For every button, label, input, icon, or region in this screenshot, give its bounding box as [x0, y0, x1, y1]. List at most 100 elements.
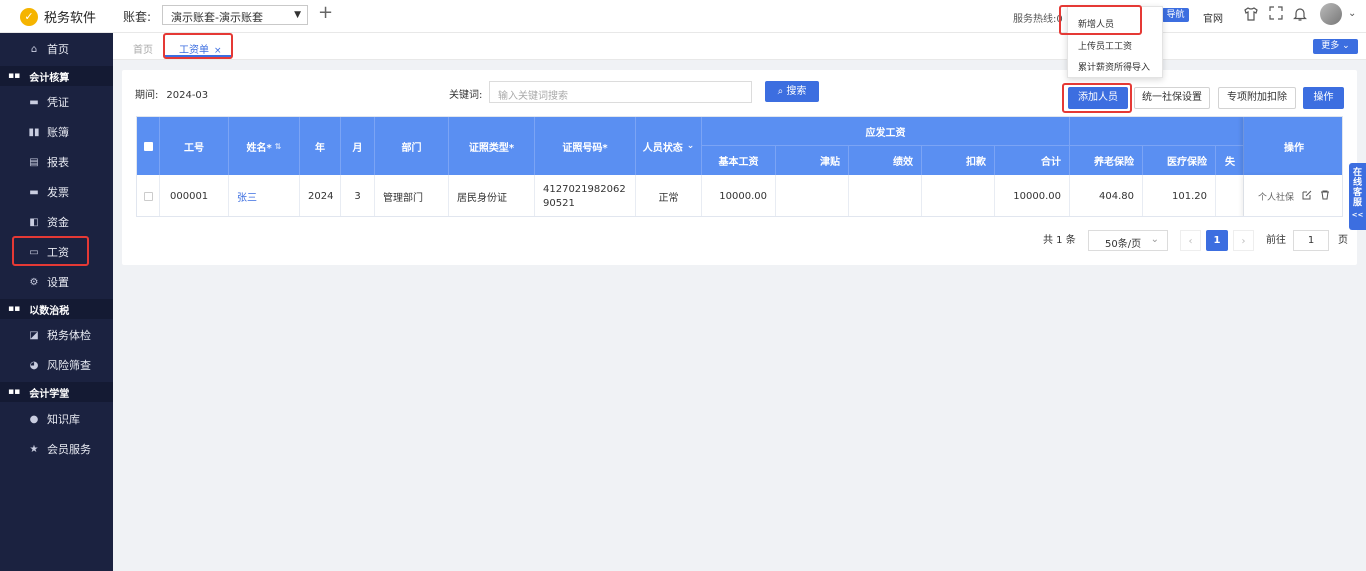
cell-cert-no: 412702198206290521 — [535, 175, 636, 216]
dropdown-item-import-cumulative[interactable]: 累计薪资所得导入 — [1078, 60, 1150, 73]
chevron-down-icon: ⌄ — [1150, 234, 1159, 245]
sidebar-item-settings[interactable]: ⚙ 设置 — [0, 267, 113, 297]
row-checkbox[interactable] — [137, 175, 160, 216]
sidebar-group-academy[interactable]: ▪▪ 会计学堂 — [0, 382, 113, 402]
col-status[interactable]: 人员状态 ⌄ — [636, 117, 702, 175]
sidebar-item-funds[interactable]: ◧ 资金 — [0, 207, 113, 237]
salary-icon: ▭ — [29, 246, 39, 258]
salary-table: 工号 姓名* ⇅ 年 月 部门 证照类型* 证照号码* 人员状态 ⌄ 应发工资 基本… — [136, 116, 1343, 217]
sidebar-item-salary[interactable]: ▭ 工资 — [0, 237, 113, 267]
filter-icon[interactable]: ⌄ — [687, 141, 695, 151]
dropdown-item-upload-salary[interactable]: 上传员工工资 — [1078, 39, 1132, 52]
edit-icon[interactable] — [1302, 190, 1312, 203]
sidebar-item-label: 工资 — [47, 246, 69, 259]
col-name[interactable]: 姓名* ⇅ — [229, 117, 300, 175]
period-label: 期间: — [135, 90, 159, 101]
add-person-button[interactable]: 添加人员 — [1068, 87, 1128, 109]
current-page[interactable]: 1 — [1206, 230, 1228, 251]
tab-salary-sheet[interactable]: 工资单 × — [165, 37, 231, 57]
sidebar-item-home[interactable]: ⌂ 首页 — [0, 34, 113, 64]
sidebar-item-membership[interactable]: ★ 会员服务 — [0, 434, 113, 464]
cell-allowance[interactable] — [776, 175, 849, 216]
app-logo[interactable]: ✓ 税务软件 — [20, 7, 96, 26]
sidebar-item-voucher[interactable]: ▬ 凭证 — [0, 87, 113, 117]
close-icon[interactable]: × — [214, 46, 222, 56]
grid-icon: ▪▪ — [8, 304, 21, 314]
collapse-arrows-icon: << — [1351, 211, 1364, 219]
personal-social-link[interactable]: 个人社保 — [1258, 190, 1294, 203]
sidebar-item-report[interactable]: ▤ 报表 — [0, 147, 113, 177]
risk-icon: ◕ — [29, 359, 39, 371]
dropdown-item-new-person[interactable]: 新增人员 — [1078, 17, 1114, 30]
cell-id: 000001 — [160, 175, 229, 216]
add-person-dropdown: 新增人员 上传员工工资 累计薪资所得导入 — [1067, 6, 1163, 78]
operate-button[interactable]: 操作 — [1303, 87, 1344, 109]
cell-deduction[interactable] — [922, 175, 995, 216]
cell-total: 10000.00 — [995, 175, 1070, 216]
grid-icon: ▪▪ — [8, 71, 21, 81]
keyword-input[interactable]: 输入关键词搜索 — [489, 81, 752, 103]
col-allowance: 津贴 — [776, 145, 849, 175]
home-icon: ⌂ — [30, 43, 38, 55]
chevron-down-icon[interactable]: ⌄ — [1348, 8, 1356, 19]
sort-icon[interactable]: ⇅ — [275, 142, 282, 151]
social-security-setting-button[interactable]: 统一社保设置 — [1134, 87, 1210, 109]
special-deduction-button[interactable]: 专项附加扣除 — [1218, 87, 1296, 109]
add-account-button[interactable]: + — [318, 3, 333, 23]
table-row[interactable]: 000001 张三 2024 3 管理部门 居民身份证 412702198206… — [137, 175, 1342, 216]
fullscreen-icon[interactable] — [1268, 6, 1284, 22]
sidebar-group-label: 会计核算 — [29, 72, 70, 84]
goto-page-input[interactable]: 1 — [1293, 230, 1329, 251]
shirt-icon[interactable] — [1243, 6, 1259, 22]
cell-name[interactable]: 张三 — [229, 175, 300, 216]
location-pin-icon: ● — [29, 413, 39, 425]
sidebar-item-label: 发票 — [47, 186, 69, 199]
tab-home[interactable]: 首页 — [133, 41, 153, 56]
funds-icon: ◧ — [29, 216, 39, 228]
cell-dept: 管理部门 — [375, 175, 449, 216]
cell-base[interactable]: 10000.00 — [702, 175, 776, 216]
cell-performance[interactable] — [849, 175, 922, 216]
sidebar-group-accounting[interactable]: ▪▪ 会计核算 — [0, 66, 113, 86]
prev-page-button[interactable]: ‹ — [1180, 230, 1201, 251]
next-page-button[interactable]: › — [1233, 230, 1254, 251]
sidebar-item-ledger[interactable]: ▮▮ 账簿 — [0, 117, 113, 147]
sidebar-item-label: 税务体检 — [47, 329, 91, 342]
period-display: 期间: 2024-03 — [135, 86, 208, 101]
more-button[interactable]: 更多 ⌄ — [1313, 39, 1358, 54]
search-button[interactable]: ⌕ 搜索 — [765, 81, 819, 102]
sidebar-item-tax-check[interactable]: ◪ 税务体检 — [0, 320, 113, 350]
col-month: 月 — [341, 117, 375, 175]
sidebar-item-label: 首页 — [47, 43, 69, 56]
search-icon: ⌕ — [777, 86, 784, 97]
official-site-link[interactable]: 官网 — [1203, 10, 1223, 25]
report-icon: ▤ — [29, 156, 39, 168]
hotline-label: 服务热线:0 — [1013, 14, 1063, 25]
col-id: 工号 — [160, 117, 229, 175]
salary-card: 期间: 2024-03 关键词: 输入关键词搜索 ⌕ 搜索 添加人员 统一社保设置… — [122, 70, 1357, 265]
sidebar-item-label: 知识库 — [47, 413, 80, 426]
col-group-salary: 应发工资 — [702, 117, 1070, 145]
tab-label: 工资单 — [179, 45, 209, 56]
sidebar-item-invoice[interactable]: ▬ 发票 — [0, 177, 113, 207]
online-service-tab[interactable]: 在线客服 << — [1349, 163, 1366, 230]
account-select[interactable]: 演示账套-演示账套 ▼ — [162, 5, 308, 25]
keyword-label: 关键词: — [449, 90, 483, 101]
total-count: 共 1 条 — [1043, 235, 1076, 246]
avatar[interactable] — [1320, 3, 1342, 25]
sidebar-item-risk-screen[interactable]: ◕ 风险筛查 — [0, 350, 113, 380]
col-performance: 绩效 — [849, 145, 922, 175]
page-size-select[interactable]: 50条/页 ⌄ — [1088, 230, 1168, 251]
bell-icon[interactable] — [1292, 6, 1308, 22]
period-value: 2024-03 — [166, 90, 209, 101]
star-icon: ★ — [29, 443, 39, 455]
sidebar-item-knowledge[interactable]: ● 知识库 — [0, 404, 113, 434]
sidebar-group-tax[interactable]: ▪▪ 以数治税 — [0, 299, 113, 319]
trash-icon[interactable] — [1320, 190, 1330, 203]
account-select-value: 演示账套-演示账套 — [171, 11, 263, 24]
sidebar-group-label: 以数治税 — [29, 305, 70, 317]
row-actions: 个人社保 — [1244, 175, 1342, 216]
sidebar-item-label: 账簿 — [47, 126, 69, 139]
select-all-checkbox[interactable] — [137, 117, 160, 175]
nav-button[interactable]: 导航 — [1162, 8, 1189, 22]
